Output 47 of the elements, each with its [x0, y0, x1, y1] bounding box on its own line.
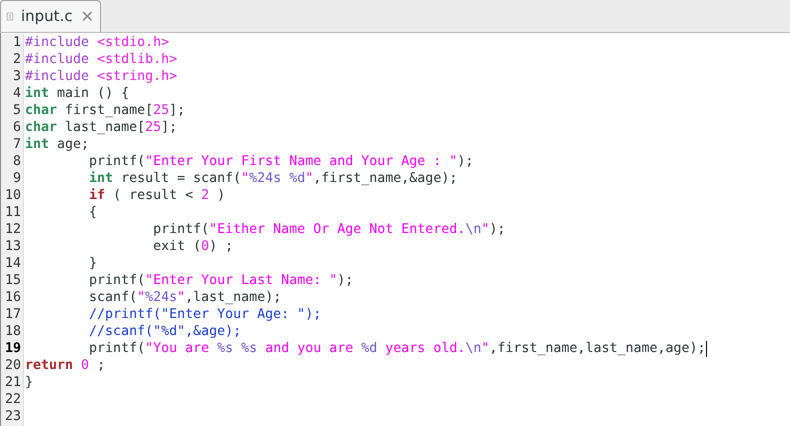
line-number: 2 — [12, 51, 21, 68]
line-number: 15 — [4, 272, 21, 289]
code-line: char first_name[25]; — [25, 102, 186, 119]
code-line: //scanf("%d",&age); — [88, 323, 242, 340]
code-line: if ( result < 2 ) — [88, 187, 226, 204]
line-number: 4 — [12, 85, 21, 102]
line-number: 19 — [4, 340, 21, 357]
line-number: 5 — [12, 102, 21, 119]
file-tab[interactable]: input.c ✕ — [0, 0, 101, 32]
code-line: return 0 ; — [25, 357, 106, 374]
code-line: //printf("Enter Your Age: "); — [88, 306, 322, 323]
line-number: 1 — [12, 34, 21, 51]
line-number: 21 — [4, 374, 21, 391]
code-line: int age; — [25, 136, 90, 153]
line-number: 22 — [4, 391, 21, 408]
tab-title: input.c — [20, 6, 73, 28]
line-number: 14 — [4, 255, 21, 272]
text-cursor — [706, 340, 707, 356]
code-line: #include <string.h> — [25, 68, 178, 85]
code-line: scanf("%24s",last_name); — [88, 289, 282, 306]
code-line: printf("You are %s %s and you are %d years old.\n",first_name,last_name,age); — [88, 340, 706, 357]
line-number: 16 — [4, 289, 21, 306]
line-number: 7 — [12, 136, 21, 153]
code-line: printf("Enter Your Last Name: "); — [88, 272, 354, 289]
code-line: int main () { — [25, 85, 130, 102]
code-line: } — [88, 255, 98, 272]
code-line: printf("Either Name Or Age Not Entered.\n"); — [152, 221, 506, 238]
code-line: #include <stdlib.h> — [25, 51, 178, 68]
line-number: 12 — [4, 221, 21, 238]
line-number: 17 — [4, 306, 21, 323]
code-line: char last_name[25]; — [25, 119, 178, 136]
code-line: int result = scanf("%24s %d",first_name,&age); — [88, 170, 458, 187]
line-number: 23 — [4, 408, 21, 425]
code-line: exit (0) ; — [152, 238, 234, 255]
line-number: 6 — [12, 119, 21, 136]
code-line: } — [25, 374, 34, 391]
line-number: 10 — [4, 187, 21, 204]
code-line: #include <stdio.h> — [25, 34, 170, 51]
line-number: 18 — [4, 323, 21, 340]
code-line: { — [88, 204, 98, 221]
line-number: 9 — [12, 170, 21, 187]
line-number: 20 — [4, 357, 21, 374]
line-number: 8 — [12, 153, 21, 170]
code-line: printf("Enter Your First Name and Your Age : "); — [88, 153, 474, 170]
line-number: 3 — [12, 68, 21, 85]
line-number: 11 — [4, 204, 21, 221]
line-number: 13 — [4, 238, 21, 255]
